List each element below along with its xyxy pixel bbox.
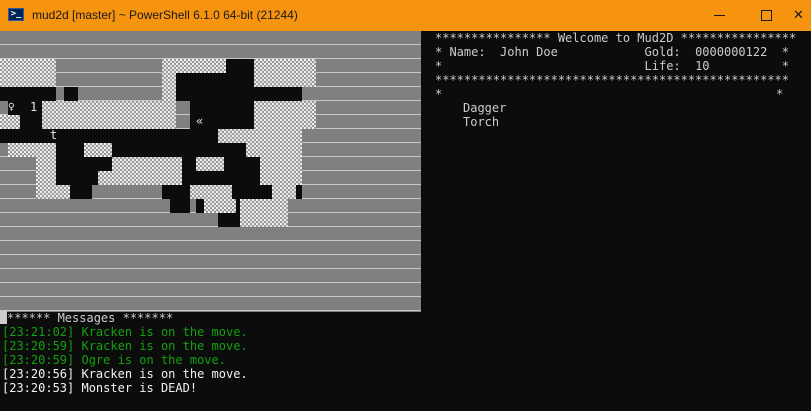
- player-marker: ♀: [8, 100, 15, 113]
- name-gold-row: * Name: John Doe Gold: 0000000122 *: [435, 45, 790, 59]
- info-blank-left: *: [435, 87, 443, 101]
- message-line: [23:20:59] Ogre is on the move.: [2, 353, 226, 367]
- player-info-panel: **************** Welcome to Mud2D ******…: [435, 31, 811, 141]
- game-map: ♀ 1 t «: [0, 31, 421, 312]
- life-row: * Life: 10 *: [435, 59, 790, 73]
- inventory-item: Torch: [463, 115, 500, 129]
- map-marker-item: «: [196, 114, 204, 128]
- map-marker-t: t: [50, 128, 58, 142]
- maximize-button[interactable]: [743, 0, 789, 31]
- map-dungeon: [0, 59, 316, 227]
- minimize-icon: [714, 15, 725, 16]
- maximize-icon: [761, 10, 772, 21]
- message-line: [23:21:02] Kracken is on the move.: [2, 325, 248, 339]
- info-blank-right: *: [776, 87, 784, 101]
- minimize-button[interactable]: [697, 0, 743, 31]
- powershell-icon: >_: [8, 8, 24, 21]
- close-icon: ✕: [793, 8, 804, 23]
- messages-panel: ****** Messages ******* [23:21:02] Krack…: [0, 311, 811, 411]
- messages-header: ****** Messages *******: [0, 311, 173, 325]
- window-title: mud2d [master] ~ PowerShell 6.1.0 64-bit…: [32, 8, 298, 22]
- info-divider: ****************************************…: [435, 73, 790, 87]
- welcome-header: **************** Welcome to Mud2D ******…: [435, 31, 797, 45]
- title-bar[interactable]: >_ mud2d [master] ~ PowerShell 6.1.0 64-…: [0, 0, 811, 31]
- inventory-item: Dagger: [463, 101, 507, 115]
- message-line: [23:20:56] Kracken is on the move.: [2, 367, 248, 381]
- map-marker-1: 1: [30, 100, 38, 114]
- message-line: [23:20:53] Monster is DEAD!: [2, 381, 198, 395]
- text-cursor: [0, 311, 7, 324]
- message-line: [23:20:59] Kracken is on the move.: [2, 339, 248, 353]
- messages-header-text: ****** Messages *******: [7, 311, 174, 325]
- close-button[interactable]: ✕: [789, 0, 811, 31]
